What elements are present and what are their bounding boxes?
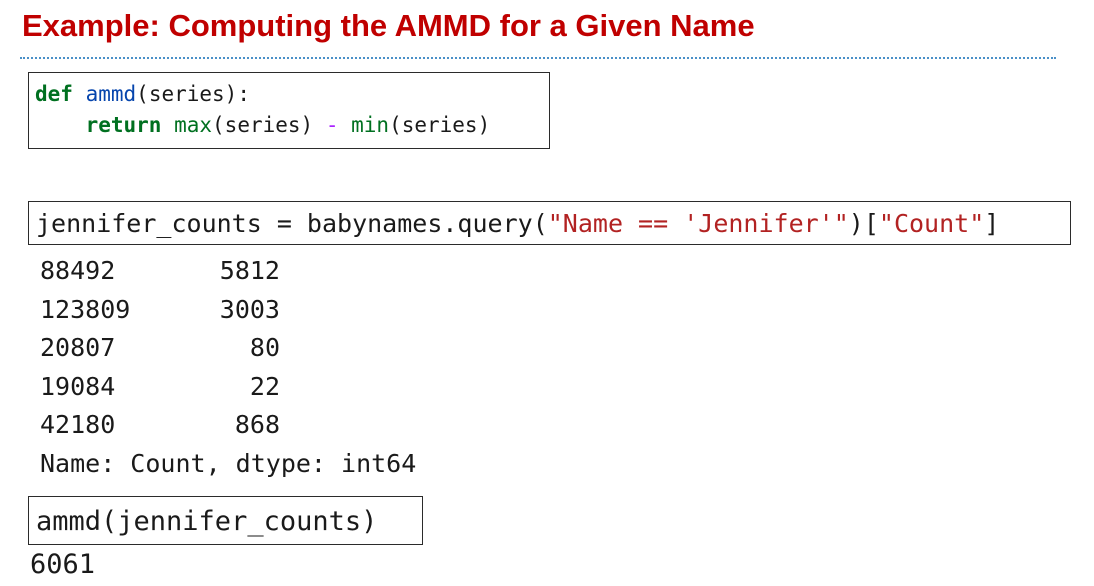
call-result: 6061 [30,549,96,580]
query-prefix: jennifer_counts = babynames.query( [36,209,548,238]
row-value: 80 [249,333,280,363]
output-row: 123809 3003 [40,291,416,330]
code-line-def: def ammd(series): [35,79,549,110]
builtin-max: max [174,113,213,137]
slide-title: Example: Computing the AMMD for a Given … [22,8,755,43]
code-line-return: return max(series) - min(series) [35,110,549,141]
row-value: 22 [249,371,280,401]
keyword-def: def [35,82,73,106]
row-value: 3003 [219,294,280,324]
output-row: 42180 868 [40,406,416,445]
row-index: 19084 [40,371,116,401]
row-value: 5812 [219,256,280,285]
function-name: ammd [85,82,137,106]
query-suffix: ] [984,209,1000,238]
query-string: "Name == 'Jennifer'" [547,209,849,238]
code-cell-ammd-call[interactable]: ammd(jennifer_counts) [28,496,423,545]
output-row: 88492 5812 [40,252,416,291]
row-index: 88492 [40,256,116,285]
column-string: "Count" [878,209,985,238]
row-index: 42180 [40,410,116,440]
row-value: 868 [234,410,280,440]
output-row: 20807 80 [40,329,416,368]
code-cell-ammd-definition[interactable]: def ammd(series): return max(series) - m… [28,72,550,149]
row-index: 123809 [40,294,131,324]
title-divider [20,57,1056,59]
series-output: 88492 5812 123809 3003 20807 80 19084 22 421… [40,252,416,484]
builtin-min: min [351,113,390,137]
output-row: 19084 22 [40,368,416,407]
query-mid: )[ [848,209,879,238]
max-args: (series) [212,113,326,137]
signature-rest: (series): [136,82,250,106]
min-args: (series) [389,113,491,137]
keyword-return: return [85,113,162,137]
code-cell-query[interactable]: jennifer_counts = babynames.query("Name … [28,201,1071,245]
row-index: 20807 [40,333,116,363]
series-footer: Name: Count, dtype: int64 [40,448,417,478]
minus-operator: - [325,113,339,137]
